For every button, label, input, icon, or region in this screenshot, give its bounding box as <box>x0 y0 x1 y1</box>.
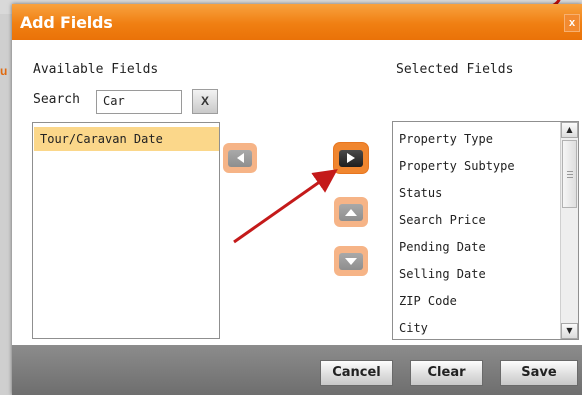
selected-fields-label: Selected Fields <box>396 62 514 77</box>
move-up-button[interactable] <box>334 197 368 227</box>
add-fields-dialog: Add Fields x Available Fields Selected F… <box>12 4 582 395</box>
dialog-title: Add Fields <box>20 13 113 32</box>
arrow-left-icon <box>236 153 244 163</box>
scroll-down-arrow-icon[interactable]: ▼ <box>561 323 578 339</box>
available-fields-list[interactable]: Tour/Caravan Date <box>32 122 220 339</box>
list-item[interactable]: City <box>399 321 428 335</box>
list-item[interactable]: ZIP Code <box>399 294 457 308</box>
list-item[interactable]: Status <box>399 186 442 200</box>
move-down-face <box>339 252 363 270</box>
scroll-thumb[interactable] <box>562 140 577 208</box>
grip-line <box>567 174 573 175</box>
selected-fields-list[interactable]: Property Type Property Subtype Status Se… <box>392 121 579 340</box>
move-up-face <box>339 203 363 221</box>
list-item[interactable]: Tour/Caravan Date <box>34 127 219 151</box>
search-label: Search <box>33 92 80 107</box>
add-field-button[interactable] <box>334 143 368 173</box>
close-button[interactable]: x <box>564 14 580 32</box>
scroll-up-arrow-icon[interactable]: ▲ <box>561 122 578 138</box>
selected-list-scrollbar[interactable]: ▲ ▼ <box>560 122 578 339</box>
background-text-fragment: u <box>0 64 8 78</box>
grip-line <box>567 177 573 178</box>
cancel-button[interactable]: Cancel <box>320 360 393 386</box>
search-input[interactable]: Car <box>96 90 182 114</box>
clear-button[interactable]: Clear <box>410 360 483 386</box>
list-item[interactable]: Search Price <box>399 213 486 227</box>
remove-face <box>228 149 252 167</box>
move-down-button[interactable] <box>334 246 368 276</box>
list-item[interactable]: Property Type <box>399 132 493 146</box>
arrow-right-icon <box>347 153 355 163</box>
save-button[interactable]: Save <box>500 360 578 386</box>
clear-search-button[interactable]: X <box>192 89 218 114</box>
remove-field-button[interactable] <box>223 143 257 173</box>
grip-line <box>567 171 573 172</box>
dialog-titlebar: Add Fields x <box>12 4 582 40</box>
arrow-down-icon <box>345 257 357 265</box>
available-fields-label: Available Fields <box>33 62 159 77</box>
list-item[interactable]: Property Subtype <box>399 159 515 173</box>
add-face <box>339 149 363 167</box>
list-item[interactable]: Selling Date <box>399 267 486 281</box>
arrow-up-icon <box>345 208 357 216</box>
list-item[interactable]: Pending Date <box>399 240 486 254</box>
dialog-footer: Cancel Clear Save <box>12 345 582 395</box>
